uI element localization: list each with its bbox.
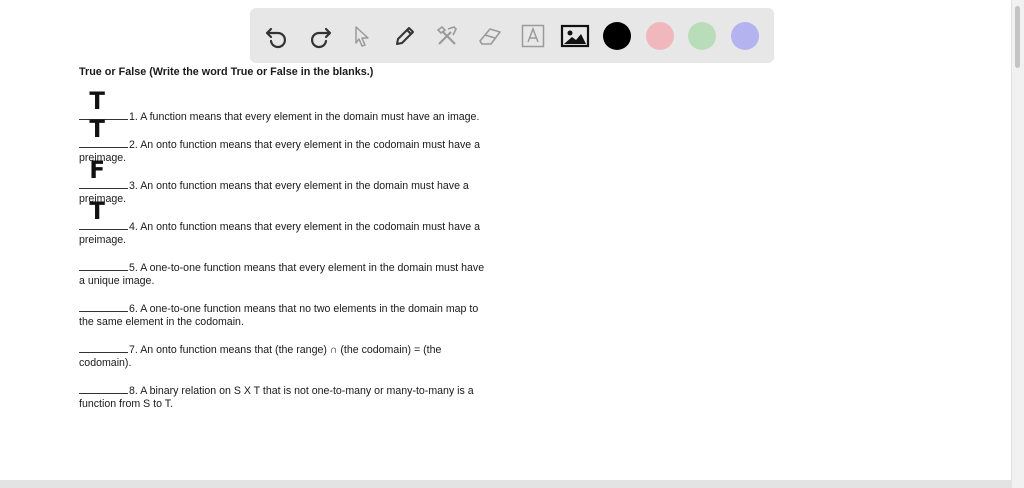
question-text-cont: preimage. <box>79 234 127 246</box>
handwritten-answer: F <box>89 156 105 184</box>
question-4: T 4. An onto function means that every el… <box>79 198 529 247</box>
eraser-icon[interactable] <box>475 21 505 51</box>
question-5: 5. A one-to-one function means that ever… <box>79 260 529 288</box>
question-text: 1. A function means that every element i… <box>129 111 480 123</box>
question-text-cont: function from S to T. <box>79 398 174 410</box>
question-text: 8. A binary relation on S X T that is no… <box>129 385 474 397</box>
question-3: F 3. An onto function means that every el… <box>79 157 529 206</box>
answer-blank[interactable]: T <box>79 116 128 148</box>
question-8: 8. A binary relation on S X T that is no… <box>79 383 529 411</box>
answer-blank[interactable] <box>79 260 128 271</box>
answer-blank[interactable] <box>79 301 128 312</box>
pen-icon[interactable] <box>390 21 420 51</box>
vertical-scrollbar[interactable] <box>1011 0 1024 488</box>
color-swatch-purple[interactable] <box>731 21 760 50</box>
scrollbar-thumb[interactable] <box>1015 6 1020 68</box>
worksheet-heading: True or False (Write the word True or Fa… <box>79 66 374 78</box>
select-pointer-icon[interactable] <box>347 21 377 51</box>
undo-icon[interactable] <box>262 21 292 51</box>
drawing-toolbar <box>250 8 774 63</box>
text-icon[interactable] <box>518 21 548 51</box>
handwritten-answer: T <box>89 87 105 115</box>
worksheet: True or False (Write the word True or Fa… <box>79 66 529 424</box>
image-icon[interactable] <box>560 21 590 51</box>
question-text-cont: a unique image. <box>79 275 155 287</box>
answer-blank[interactable]: T <box>79 198 128 230</box>
question-text: 7. An onto function means that (the rang… <box>129 344 442 356</box>
color-swatch-black[interactable] <box>602 21 631 50</box>
question-text: 2. An onto function means that every ele… <box>129 139 480 151</box>
question-text: 4. An onto function means that every ele… <box>129 221 480 233</box>
question-text: 5. A one-to-one function means that ever… <box>129 262 485 274</box>
handwritten-answer: T <box>89 197 105 225</box>
question-6: 6. A one-to-one function means that no t… <box>79 301 529 329</box>
color-swatch-pink[interactable] <box>645 21 674 50</box>
answer-blank[interactable]: F <box>79 157 128 189</box>
question-1: T 1. A function means that every element … <box>79 88 529 124</box>
tools-icon[interactable] <box>432 21 462 51</box>
question-text: 3. An onto function means that every ele… <box>129 180 469 192</box>
question-text: 6. A one-to-one function means that no t… <box>129 303 479 315</box>
question-text-cont: the same element in the codomain. <box>79 316 244 328</box>
redo-icon[interactable] <box>305 21 335 51</box>
answer-blank[interactable] <box>79 383 128 394</box>
horizontal-scrollbar[interactable] <box>0 480 1012 488</box>
handwritten-answer: T <box>89 115 105 143</box>
question-7: 7. An onto function means that (the rang… <box>79 342 529 370</box>
question-text-cont: codomain). <box>79 357 132 369</box>
color-swatch-green[interactable] <box>688 21 717 50</box>
question-2: T 2. An onto function means that every el… <box>79 116 529 165</box>
answer-blank[interactable] <box>79 342 128 353</box>
